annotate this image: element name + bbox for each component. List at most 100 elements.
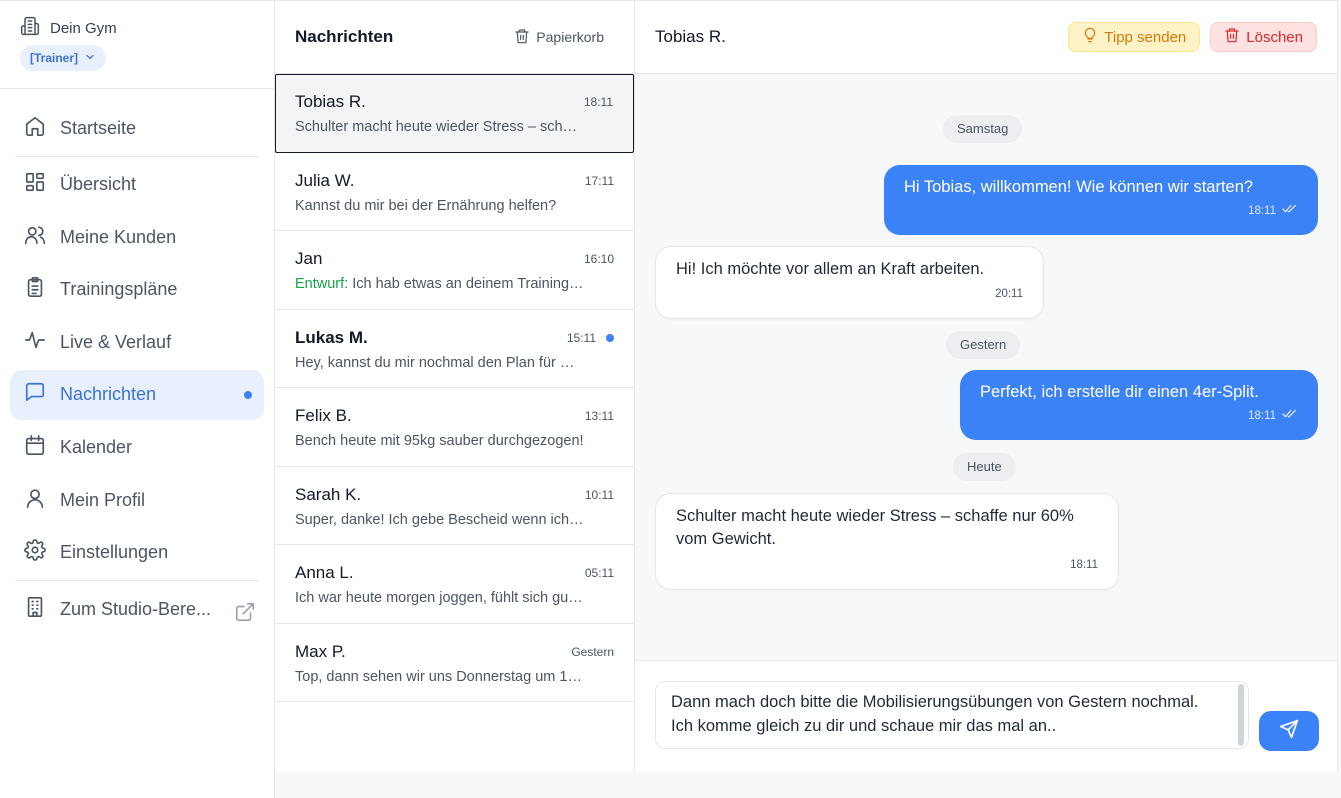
role-selector[interactable]: [Trainer] [20, 45, 107, 71]
role-label: [Trainer] [30, 51, 79, 65]
nav-item-overview[interactable]: Übersicht [10, 160, 264, 210]
nav-item-clients[interactable]: Meine Kunden [10, 212, 264, 262]
day-separator: Gestern [946, 331, 1021, 359]
conversation-list-header: Nachrichten Papierkorb [275, 1, 634, 74]
nav-divider [15, 580, 259, 582]
nav-label: Kalender [60, 437, 133, 458]
building-icon [20, 16, 40, 41]
nav-item-live[interactable]: Live & Verlauf [10, 317, 264, 367]
conversation-item-julia[interactable]: Julia W. 17:11 Kannst du mir bei der Ernä… [275, 153, 634, 231]
send-tip-button[interactable]: Tipp senden [1068, 22, 1201, 52]
conversation-preview: Kannst du mir bei der Ernährung helfen? [295, 197, 557, 214]
delete-button[interactable]: Löschen [1210, 22, 1317, 52]
conversation-list: Nachrichten Papierkorb Tobias R. 18:11 Sc… [275, 0, 635, 771]
message-list[interactable]: Samstag Hi Tobias, willkommen! Wie könne… [635, 74, 1337, 660]
nav-label: Zum Studio-Bere... [60, 598, 212, 619]
message-text: Perfekt, ich erstelle dir einen 4er-Spli… [980, 383, 1259, 401]
nav-item-calendar[interactable]: Kalender [10, 423, 264, 473]
nav-item-profile[interactable]: Mein Profil [10, 475, 264, 525]
conversation-item-tobias[interactable]: Tobias R. 18:11 Schulter macht heute wied… [275, 74, 634, 153]
chat-contact-name: Tobias R. [655, 27, 726, 46]
home-icon [24, 115, 46, 142]
trash-button[interactable]: Papierkorb [514, 28, 604, 47]
nav-label: Einstellungen [60, 542, 169, 563]
conversation-item-max[interactable]: Max P. Gestern Top, dann sehen wir uns Do… [275, 624, 634, 702]
nav-label: Nachrichten [60, 384, 157, 405]
nav-label: Live & Verlauf [60, 331, 172, 352]
chat-actions: Tipp senden Löschen [1068, 22, 1317, 52]
conversation-item-anna[interactable]: Anna L. 05:11 Ich war heute morgen joggen… [275, 545, 634, 624]
conversation-preview: Super, danke! Ich gebe Bescheid wenn ich… [295, 511, 585, 528]
nav-item-studio[interactable]: Zum Studio-Bere... [10, 584, 264, 634]
nav-item-plans[interactable]: Trainingspläne [10, 265, 264, 315]
gym-row: Dein Gym [20, 16, 254, 41]
nav-label: Übersicht [60, 174, 137, 195]
double-check-icon [1282, 200, 1298, 223]
calendar-icon [24, 434, 46, 461]
message-square-icon [24, 381, 46, 408]
message-time: 18:11 [1248, 410, 1276, 422]
message-bubble-outgoing: Perfekt, ich erstelle dir einen 4er-Spli… [960, 370, 1318, 440]
conversation-time: 13:11 [584, 409, 614, 423]
nav-item-settings[interactable]: Einstellungen [10, 528, 264, 578]
message-bubble-outgoing: Hi Tobias, willkommen! Wie können wir st… [884, 165, 1318, 235]
grid-icon [24, 171, 46, 198]
trash-label: Papierkorb [536, 29, 604, 45]
conversation-name: Jan [295, 249, 323, 268]
conversation-name: Anna L. [295, 563, 354, 582]
conversation-preview: Schulter macht heute wieder Stress – sch… [295, 119, 585, 135]
conversation-item-felix[interactable]: Felix B. 13:11 Bench heute mit 95kg saube… [275, 388, 634, 467]
message-meta: 18:11 [1248, 405, 1298, 428]
nav-label: Startseite [60, 117, 137, 138]
conversation-name: Sarah K. [295, 484, 362, 504]
conversation-name: Felix B. [295, 406, 352, 425]
clipboard-icon [24, 276, 46, 303]
gym-name: Dein Gym [50, 19, 117, 37]
send-button[interactable] [1259, 711, 1319, 751]
message-meta: 20:11 [995, 283, 1023, 306]
nav-divider [15, 155, 259, 157]
chevron-down-icon [84, 51, 96, 66]
conversation-name: Julia W. [295, 170, 355, 190]
conversation-item-jan[interactable]: Jan 16:10 Entwurf: Ich hab etwas an deine… [275, 231, 634, 310]
activity-icon [24, 329, 46, 356]
nav-label: Mein Profil [60, 489, 146, 510]
nav-item-home[interactable]: Startseite [10, 103, 264, 153]
conversation-preview: Hey, kannst du mir nochmal den Plan für … [295, 354, 585, 371]
conversation-name: Lukas M. [295, 327, 368, 347]
double-check-icon [1282, 405, 1298, 428]
gym-switcher: Dein Gym [Trainer] [0, 1, 274, 89]
composer: Dann mach doch bitte die Mobilisierungsü… [635, 660, 1337, 771]
message-bubble-incoming: Schulter macht heute wieder Stress – sch… [655, 493, 1119, 590]
conversation-item-sarah[interactable]: Sarah K. 10:11 Super, danke! Ich gebe Bes… [275, 467, 634, 545]
conversation-time: Gestern [571, 644, 614, 659]
nav-label: Meine Kunden [60, 226, 177, 247]
conversation-time-wrap: 15:11 [567, 331, 614, 345]
input-scrollbar[interactable] [1238, 684, 1244, 746]
message-input-value: Dann mach doch bitte die Mobilisierungsü… [671, 693, 1199, 735]
lightbulb-icon [1082, 27, 1098, 47]
conversation-time: 05:11 [584, 566, 614, 580]
conversation-item-lukas[interactable]: Lukas M. 15:11 Hey, kannst du mir nochmal… [275, 310, 634, 388]
message-text: Schulter macht heute wieder Stress – sch… [676, 507, 1074, 548]
conversation-preview: Bench heute mit 95kg sauber durchgezogen… [295, 433, 584, 449]
conversation-name: Tobias R. [295, 92, 366, 111]
user-icon [24, 487, 46, 514]
unread-dot [606, 333, 614, 342]
message-meta: 18:11 [1070, 554, 1098, 577]
delete-label: Löschen [1246, 28, 1303, 46]
conversation-time: 17:11 [584, 173, 614, 188]
message-text: Hi! Ich möchte vor allem an Kraft arbeit… [676, 260, 985, 278]
nav-item-messages[interactable]: Nachrichten [10, 369, 264, 420]
message-time: 18:11 [1070, 559, 1098, 571]
message-time: 18:11 [1248, 205, 1276, 217]
office-building-icon [24, 596, 46, 623]
message-text: Hi Tobias, willkommen! Wie können wir st… [904, 178, 1254, 196]
draft-label: Entwurf: [295, 276, 349, 292]
conversation-time: 10:11 [584, 487, 614, 502]
chat-header: Tobias R. Tipp senden Löschen [635, 1, 1337, 74]
message-input[interactable]: Dann mach doch bitte die Mobilisierungsü… [655, 681, 1249, 749]
conversation-time: 16:10 [583, 252, 614, 266]
send-tip-label: Tipp senden [1104, 28, 1187, 46]
trash-icon [1224, 27, 1240, 47]
